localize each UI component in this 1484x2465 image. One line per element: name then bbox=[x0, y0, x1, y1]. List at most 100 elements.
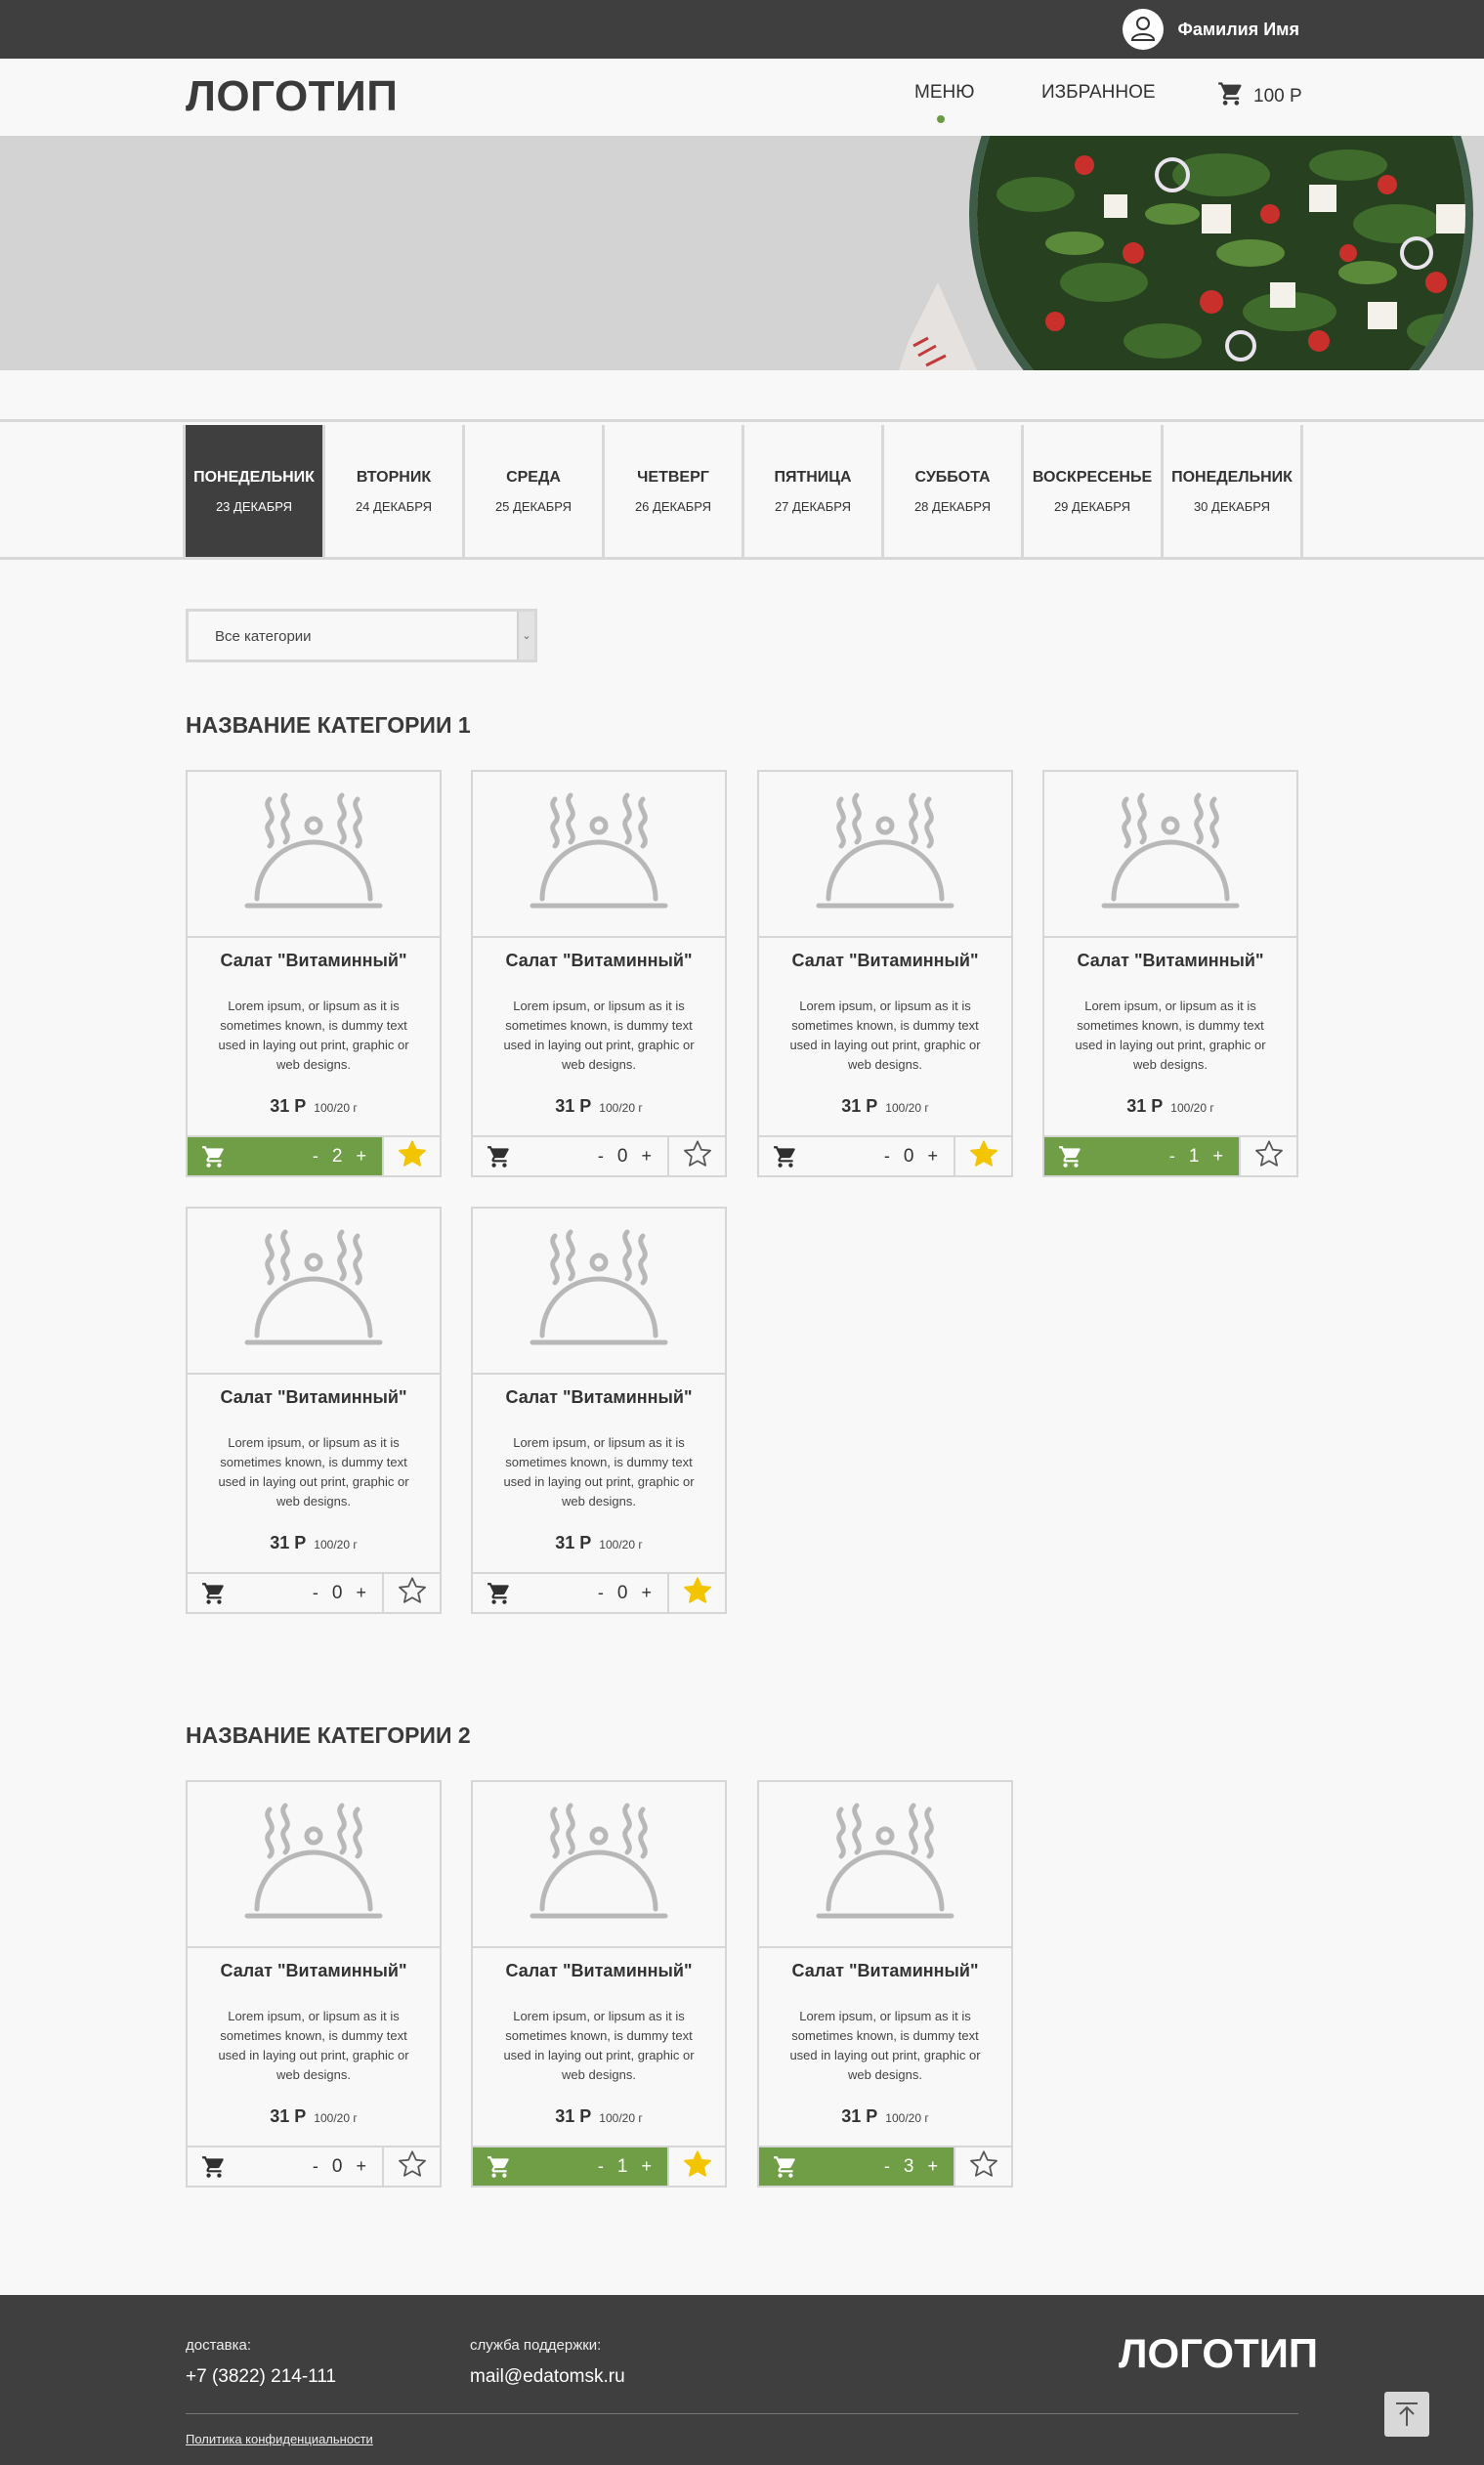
nav-favorites[interactable]: ИЗБРАННОЕ bbox=[1041, 82, 1156, 104]
decrease-quantity-button[interactable]: - bbox=[878, 2156, 896, 2177]
product-title: Салат "Витаминный" bbox=[505, 1961, 693, 1980]
add-to-cart-area: -0 + bbox=[188, 1574, 382, 1612]
favorite-button[interactable] bbox=[954, 1137, 1011, 1175]
header: ЛОГОТИП МЕНЮ ИЗБРАННОЕ 100 Р bbox=[0, 59, 1484, 136]
product-price: 31 Р bbox=[555, 1533, 592, 1552]
decrease-quantity-button[interactable]: - bbox=[1164, 1146, 1181, 1167]
product-card[interactable]: Салат "Витаминный" Lorem ipsum, or lipsum… bbox=[471, 1207, 727, 1614]
favorite-button[interactable] bbox=[667, 1137, 725, 1175]
day-tab-monday[interactable]: ПОНЕДЕЛЬНИК 23 ДЕКАБРЯ bbox=[186, 425, 325, 557]
top-bar: Фамилия Имя bbox=[0, 0, 1484, 59]
favorite-button[interactable] bbox=[382, 2147, 440, 2186]
product-card[interactable]: Салат "Витаминный" Lorem ipsum, or lipsum… bbox=[471, 1780, 727, 2188]
product-price: 31 Р bbox=[841, 2106, 878, 2126]
product-weight: 100/20 г bbox=[599, 2111, 643, 2125]
product-price: 31 Р bbox=[555, 1096, 592, 1116]
product-description: Lorem ipsum, or lipsum as it is sometime… bbox=[218, 999, 409, 1072]
product-title: Салат "Витаминный" bbox=[505, 951, 693, 970]
favorite-button[interactable] bbox=[1239, 1137, 1296, 1175]
product-actions: -0 + bbox=[188, 1572, 440, 1612]
decrease-quantity-button[interactable]: - bbox=[592, 1146, 610, 1167]
product-price-row: 31 Р 100/20 г bbox=[188, 1533, 440, 1556]
product-card[interactable]: Салат "Витаминный" Lorem ipsum, or lipsum… bbox=[186, 1780, 442, 2188]
decrease-quantity-button[interactable]: - bbox=[878, 1146, 896, 1167]
product-price-row: 31 Р 100/20 г bbox=[1044, 1096, 1296, 1120]
day-tab-friday[interactable]: ПЯТНИЦА 27 ДЕКАБРЯ bbox=[744, 425, 884, 557]
cart-icon[interactable] bbox=[487, 1144, 512, 1174]
favorite-button[interactable] bbox=[667, 2147, 725, 2186]
header-cart[interactable]: 100 Р bbox=[1216, 80, 1302, 112]
product-price-row: 31 Р 100/20 г bbox=[473, 1533, 725, 1556]
product-card[interactable]: Салат "Витаминный" Lorem ipsum, or lipsum… bbox=[757, 1780, 1013, 2188]
add-to-cart-area: -3 + bbox=[759, 2147, 954, 2186]
favorite-button[interactable] bbox=[954, 2147, 1011, 2186]
increase-quantity-button[interactable]: + bbox=[921, 2156, 944, 2177]
cart-amount: 100 Р bbox=[1253, 85, 1302, 106]
product-weight: 100/20 г bbox=[885, 1101, 929, 1115]
user-menu[interactable]: Фамилия Имя bbox=[1123, 8, 1299, 51]
cloche-icon bbox=[243, 1802, 384, 1928]
privacy-policy-link[interactable]: Политика конфиденциальности bbox=[186, 2432, 373, 2446]
cart-icon[interactable] bbox=[773, 2154, 798, 2185]
product-price: 31 Р bbox=[555, 2106, 592, 2126]
decrease-quantity-button[interactable]: - bbox=[592, 2156, 610, 2177]
cart-icon[interactable] bbox=[201, 2154, 227, 2185]
footer-divider bbox=[186, 2413, 1298, 2414]
increase-quantity-button[interactable]: + bbox=[921, 1146, 944, 1167]
increase-quantity-button[interactable]: + bbox=[350, 1583, 372, 1603]
product-title: Салат "Витаминный" bbox=[220, 1387, 407, 1407]
delivery-phone[interactable]: +7 (3822) 214-111 bbox=[186, 2366, 336, 2388]
decrease-quantity-button[interactable]: - bbox=[307, 1146, 324, 1167]
cart-icon[interactable] bbox=[1058, 1144, 1083, 1174]
nav-active-indicator bbox=[937, 115, 945, 123]
star-icon bbox=[968, 1138, 999, 1174]
cart-icon[interactable] bbox=[487, 1581, 512, 1611]
logo[interactable]: ЛОГОТИП bbox=[186, 72, 398, 121]
product-card[interactable]: Салат "Витаминный" Lorem ipsum, or lipsum… bbox=[757, 770, 1013, 1177]
product-price: 31 Р bbox=[841, 1096, 878, 1116]
day-tab-tuesday[interactable]: ВТОРНИК 24 ДЕКАБРЯ bbox=[325, 425, 465, 557]
increase-quantity-button[interactable]: + bbox=[635, 1146, 657, 1167]
increase-quantity-button[interactable]: + bbox=[635, 1583, 657, 1603]
support-email[interactable]: mail@edatomsk.ru bbox=[470, 2366, 625, 2388]
category-select[interactable]: Все категории ⌄ bbox=[186, 609, 537, 662]
cart-icon[interactable] bbox=[201, 1581, 227, 1611]
add-to-cart-area: -1 + bbox=[1044, 1137, 1239, 1175]
day-tab-saturday[interactable]: СУББОТА 28 ДЕКАБРЯ bbox=[884, 425, 1024, 557]
increase-quantity-button[interactable]: + bbox=[635, 2156, 657, 2177]
product-description: Lorem ipsum, or lipsum as it is sometime… bbox=[218, 1435, 409, 1509]
quantity-value: 1 bbox=[616, 2155, 628, 2177]
day-tab-next-monday[interactable]: ПОНЕДЕЛЬНИК 30 ДЕКАБРЯ bbox=[1164, 425, 1303, 557]
increase-quantity-button[interactable]: + bbox=[1207, 1146, 1229, 1167]
favorite-button[interactable] bbox=[667, 1574, 725, 1612]
increase-quantity-button[interactable]: + bbox=[350, 1146, 372, 1167]
quantity-stepper: -0 + bbox=[307, 2147, 372, 2186]
product-weight: 100/20 г bbox=[599, 1538, 643, 1551]
scroll-to-top-button[interactable] bbox=[1384, 2392, 1429, 2437]
favorite-button[interactable] bbox=[382, 1574, 440, 1612]
day-tab-thursday[interactable]: ЧЕТВЕРГ 26 ДЕКАБРЯ bbox=[605, 425, 744, 557]
cart-icon[interactable] bbox=[487, 2154, 512, 2185]
product-card[interactable]: Салат "Витаминный" Lorem ipsum, or lipsum… bbox=[471, 770, 727, 1177]
product-card[interactable]: Салат "Витаминный" Lorem ipsum, or lipsum… bbox=[186, 770, 442, 1177]
product-card[interactable]: Салат "Витаминный" Lorem ipsum, or lipsum… bbox=[186, 1207, 442, 1614]
decrease-quantity-button[interactable]: - bbox=[592, 1583, 610, 1603]
cart-icon[interactable] bbox=[201, 1144, 227, 1174]
footer-logo[interactable]: ЛОГОТИП bbox=[1119, 2330, 1318, 2377]
cloche-icon bbox=[243, 1228, 384, 1354]
nav-menu[interactable]: МЕНЮ bbox=[914, 82, 974, 104]
decrease-quantity-button[interactable]: - bbox=[307, 1583, 324, 1603]
increase-quantity-button[interactable]: + bbox=[350, 2156, 372, 2177]
product-card[interactable]: Салат "Витаминный" Lorem ipsum, or lipsum… bbox=[1042, 770, 1298, 1177]
decrease-quantity-button[interactable]: - bbox=[307, 2156, 324, 2177]
day-divider bbox=[183, 425, 186, 557]
add-to-cart-area: -0 + bbox=[188, 2147, 382, 2186]
day-tab-wednesday[interactable]: СРЕДА 25 ДЕКАБРЯ bbox=[465, 425, 605, 557]
product-price-row: 31 Р 100/20 г bbox=[188, 1096, 440, 1120]
cloche-icon bbox=[529, 791, 669, 917]
day-tab-sunday[interactable]: ВОСКРЕСЕНЬЕ 29 ДЕКАБРЯ bbox=[1024, 425, 1164, 557]
product-price-row: 31 Р 100/20 г bbox=[473, 1096, 725, 1120]
cart-icon[interactable] bbox=[773, 1144, 798, 1174]
favorite-button[interactable] bbox=[382, 1137, 440, 1175]
quantity-stepper: -3 + bbox=[878, 2147, 944, 2186]
